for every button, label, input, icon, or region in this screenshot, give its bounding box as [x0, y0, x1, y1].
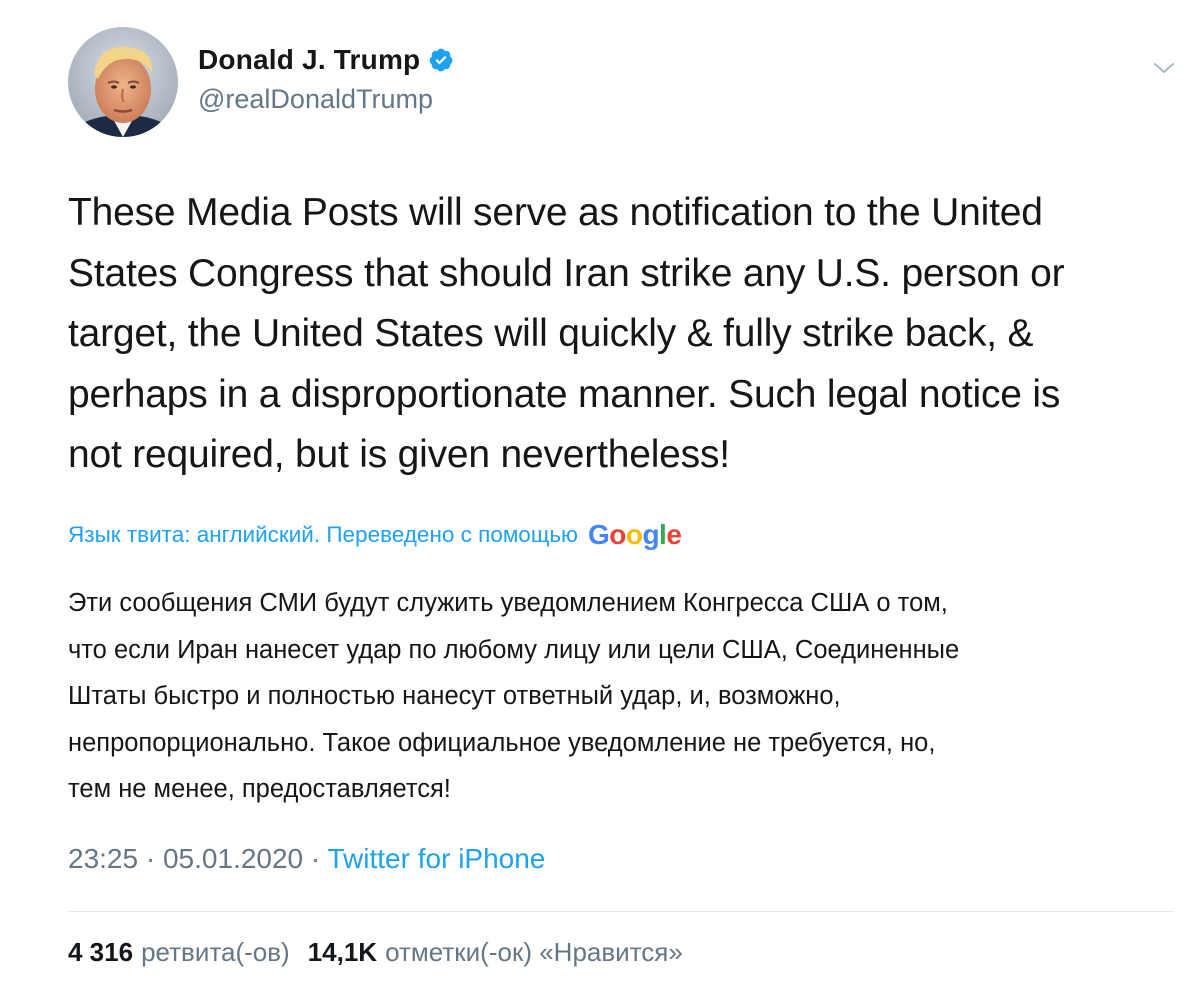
meta-separator: · — [310, 843, 321, 874]
google-logo: Google — [587, 519, 682, 551]
likes-count: 14,1K — [307, 937, 378, 967]
meta-separator: · — [145, 843, 156, 874]
tweet-text-line: target, the United States will quickly &… — [68, 312, 1034, 355]
tweet-text: These Media Posts will serve as notifica… — [68, 183, 1168, 486]
verified-badge-icon — [428, 47, 454, 73]
google-logo-letter: G — [587, 519, 610, 550]
google-logo-letter: g — [642, 519, 660, 550]
translated-text-line: Эти сообщения СМИ будут служить уведомле… — [68, 589, 948, 617]
translation-attribution: Язык твита: английский. Переведено с пом… — [68, 519, 682, 551]
author-handle[interactable]: @realDonaldTrump — [198, 84, 433, 115]
tweet-text-line: perhaps in a disproportionate manner. Su… — [68, 372, 1061, 416]
google-logo-letter: o — [609, 519, 626, 550]
chevron-down-icon[interactable] — [1150, 54, 1178, 82]
tweet-card: Donald J. Trump @realDonaldTrump These M… — [0, 0, 1200, 984]
retweets-stat[interactable]: 4 316 ретвита(-ов) — [68, 937, 290, 968]
tweet-time[interactable]: 23:25 — [68, 843, 138, 874]
tweet-meta: 23:25 · 05.01.2020 · Twitter for iPhone — [68, 843, 545, 875]
google-logo-letter: o — [625, 519, 643, 550]
retweets-count: 4 316 — [68, 937, 134, 967]
avatar[interactable] — [68, 27, 178, 137]
tweet-text-line: not required, but is given nevertheless! — [68, 433, 730, 476]
translated-text-line: Штаты быстро и полностью нанесут ответны… — [68, 682, 841, 710]
translated-text: Эти сообщения СМИ будут служить уведомле… — [68, 580, 1178, 813]
tweet-date[interactable]: 05.01.2020 — [163, 843, 303, 874]
tweet-text-line: States Congress that should Iran strike … — [68, 251, 1065, 295]
retweets-label: ретвита(-ов) — [141, 937, 290, 967]
avatar-image — [68, 27, 178, 137]
divider — [68, 911, 1174, 912]
author-name-row[interactable]: Donald J. Trump — [198, 44, 454, 76]
translation-language-link[interactable]: Язык твита: английский. Переведено с пом… — [68, 522, 578, 548]
author-display-name[interactable]: Donald J. Trump — [198, 44, 420, 76]
translated-text-line: что если Иран нанесет удар по любому лиц… — [68, 635, 960, 664]
translated-text-line: тем не менее, предоставляется! — [68, 775, 451, 803]
google-logo-letter: e — [666, 519, 682, 550]
tweet-text-line: These Media Posts will serve as notifica… — [68, 191, 1043, 234]
likes-label: отметки(-ок) «Нравится» — [385, 937, 683, 967]
tweet-source-link[interactable]: Twitter for iPhone — [328, 843, 546, 874]
likes-stat[interactable]: 14,1K отметки(-ок) «Нравится» — [308, 937, 683, 968]
tweet-stats: 4 316 ретвита(-ов) 14,1K отметки(-ок) «Нра… — [68, 937, 683, 968]
translated-text-line: непропорционально. Такое официальное уве… — [68, 728, 936, 757]
